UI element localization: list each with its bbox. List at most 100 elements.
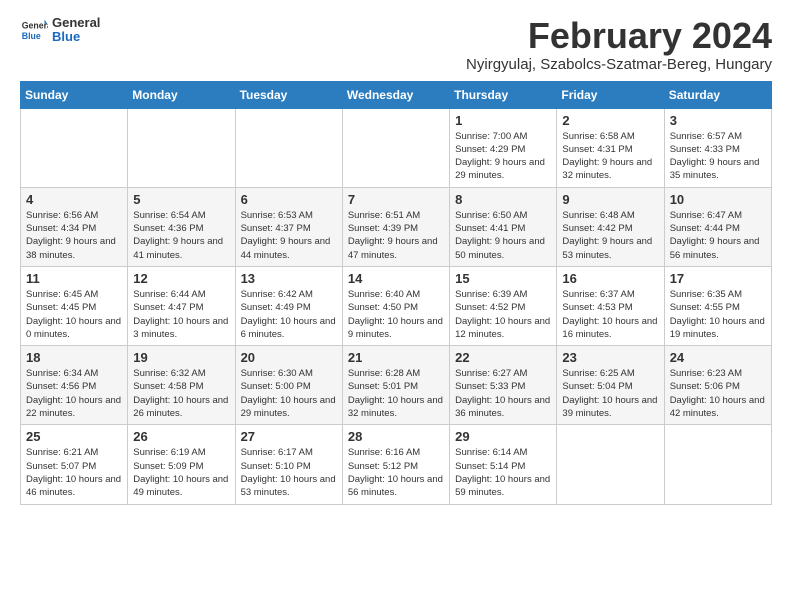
calendar-cell: 15Sunrise: 6:39 AM Sunset: 4:52 PM Dayli… — [450, 266, 557, 345]
col-thursday: Thursday — [450, 81, 557, 108]
day-number: 9 — [562, 192, 658, 207]
logo-blue: Blue — [52, 30, 100, 44]
day-number: 22 — [455, 350, 551, 365]
month-title: February 2024 — [466, 16, 772, 56]
calendar-cell: 10 Sunrise: 6:47 AM Sunset: 4:44 PM Dayli… — [664, 187, 771, 266]
calendar-cell: 23 Sunrise: 6:25 AM Sunset: 5:04 PM Dayli… — [557, 346, 664, 425]
day-info: Sunrise: 6:32 AM Sunset: 4:58 PM Dayligh… — [133, 367, 229, 420]
col-wednesday: Wednesday — [342, 81, 449, 108]
col-sunday: Sunday — [21, 81, 128, 108]
day-number: 27 — [241, 429, 337, 444]
day-number: 16 — [562, 271, 658, 286]
header-row: Sunday Monday Tuesday Wednesday Thursday… — [21, 81, 772, 108]
calendar-week-2: 4Sunrise: 6:56 AM Sunset: 4:34 PM Daylig… — [21, 187, 772, 266]
calendar-cell: 19Sunrise: 6:32 AM Sunset: 4:58 PM Dayli… — [128, 346, 235, 425]
col-friday: Friday — [557, 81, 664, 108]
day-info: Sunrise: 6:34 AM Sunset: 4:56 PM Dayligh… — [26, 367, 122, 420]
day-number: 6 — [241, 192, 337, 207]
calendar-cell: 25 Sunrise: 6:21 AM Sunset: 5:07 PM Dayli… — [21, 425, 128, 504]
day-number: 17 — [670, 271, 766, 286]
day-number: 1 — [455, 113, 551, 128]
day-info: Sunrise: 6:50 AM Sunset: 4:41 PM Dayligh… — [455, 209, 551, 262]
day-number: 18 — [26, 350, 122, 365]
calendar-cell: 20Sunrise: 6:30 AM Sunset: 5:00 PM Dayli… — [235, 346, 342, 425]
calendar-cell: 9 Sunrise: 6:48 AM Sunset: 4:42 PM Daylig… — [557, 187, 664, 266]
day-number: 28 — [348, 429, 444, 444]
day-info: Sunrise: 6:56 AM Sunset: 4:34 PM Dayligh… — [26, 209, 122, 262]
svg-text:General: General — [22, 21, 48, 31]
calendar-cell: 27 Sunrise: 6:17 AM Sunset: 5:10 PM Dayli… — [235, 425, 342, 504]
day-info: Sunrise: 6:21 AM Sunset: 5:07 PM Dayligh… — [26, 446, 122, 499]
day-info: Sunrise: 6:19 AM Sunset: 5:09 PM Dayligh… — [133, 446, 229, 499]
day-number: 5 — [133, 192, 229, 207]
day-info: Sunrise: 6:16 AM Sunset: 5:12 PM Dayligh… — [348, 446, 444, 499]
calendar-table: Sunday Monday Tuesday Wednesday Thursday… — [20, 81, 772, 505]
logo-general: General — [52, 16, 100, 30]
day-number: 10 — [670, 192, 766, 207]
day-number: 26 — [133, 429, 229, 444]
calendar-cell: 3 Sunrise: 6:57 AM Sunset: 4:33 PM Daylig… — [664, 108, 771, 187]
day-number: 29 — [455, 429, 551, 444]
day-info: Sunrise: 6:42 AM Sunset: 4:49 PM Dayligh… — [241, 288, 337, 341]
day-number: 2 — [562, 113, 658, 128]
calendar-body: 1Sunrise: 7:00 AM Sunset: 4:29 PM Daylig… — [21, 108, 772, 504]
calendar-cell: 14Sunrise: 6:40 AM Sunset: 4:50 PM Dayli… — [342, 266, 449, 345]
calendar-cell: 16Sunrise: 6:37 AM Sunset: 4:53 PM Dayli… — [557, 266, 664, 345]
calendar-cell: 13Sunrise: 6:42 AM Sunset: 4:49 PM Dayli… — [235, 266, 342, 345]
calendar-cell — [664, 425, 771, 504]
calendar-cell: 26 Sunrise: 6:19 AM Sunset: 5:09 PM Dayli… — [128, 425, 235, 504]
day-number: 12 — [133, 271, 229, 286]
day-number: 25 — [26, 429, 122, 444]
calendar-week-4: 18 Sunrise: 6:34 AM Sunset: 4:56 PM Dayli… — [21, 346, 772, 425]
day-number: 3 — [670, 113, 766, 128]
logo-icon: General Blue — [20, 16, 48, 44]
col-tuesday: Tuesday — [235, 81, 342, 108]
calendar-cell: 21Sunrise: 6:28 AM Sunset: 5:01 PM Dayli… — [342, 346, 449, 425]
day-info: Sunrise: 6:27 AM Sunset: 5:33 PM Dayligh… — [455, 367, 551, 420]
day-info: Sunrise: 6:48 AM Sunset: 4:42 PM Dayligh… — [562, 209, 658, 262]
day-info: Sunrise: 6:53 AM Sunset: 4:37 PM Dayligh… — [241, 209, 337, 262]
calendar-cell: 12 Sunrise: 6:44 AM Sunset: 4:47 PM Dayli… — [128, 266, 235, 345]
day-number: 24 — [670, 350, 766, 365]
day-number: 23 — [562, 350, 658, 365]
day-info: Sunrise: 6:58 AM Sunset: 4:31 PM Dayligh… — [562, 130, 658, 183]
day-info: Sunrise: 6:47 AM Sunset: 4:44 PM Dayligh… — [670, 209, 766, 262]
calendar-cell — [128, 108, 235, 187]
calendar-cell: 17Sunrise: 6:35 AM Sunset: 4:55 PM Dayli… — [664, 266, 771, 345]
calendar-cell — [342, 108, 449, 187]
day-info: Sunrise: 6:30 AM Sunset: 5:00 PM Dayligh… — [241, 367, 337, 420]
calendar-cell: 22 Sunrise: 6:27 AM Sunset: 5:33 PM Dayli… — [450, 346, 557, 425]
day-number: 8 — [455, 192, 551, 207]
day-number: 11 — [26, 271, 122, 286]
day-info: Sunrise: 6:23 AM Sunset: 5:06 PM Dayligh… — [670, 367, 766, 420]
calendar-cell: 6 Sunrise: 6:53 AM Sunset: 4:37 PM Daylig… — [235, 187, 342, 266]
calendar-cell: 4Sunrise: 6:56 AM Sunset: 4:34 PM Daylig… — [21, 187, 128, 266]
day-info: Sunrise: 6:14 AM Sunset: 5:14 PM Dayligh… — [455, 446, 551, 499]
col-monday: Monday — [128, 81, 235, 108]
calendar-week-5: 25 Sunrise: 6:21 AM Sunset: 5:07 PM Dayli… — [21, 425, 772, 504]
calendar-cell: 1Sunrise: 7:00 AM Sunset: 4:29 PM Daylig… — [450, 108, 557, 187]
calendar-cell: 8 Sunrise: 6:50 AM Sunset: 4:41 PM Daylig… — [450, 187, 557, 266]
day-info: Sunrise: 6:39 AM Sunset: 4:52 PM Dayligh… — [455, 288, 551, 341]
calendar-cell: 24 Sunrise: 6:23 AM Sunset: 5:06 PM Dayli… — [664, 346, 771, 425]
svg-text:Blue: Blue — [22, 31, 41, 41]
location-subtitle: Nyirgyulaj, Szabolcs-Szatmar-Bereg, Hung… — [466, 56, 772, 73]
day-info: Sunrise: 6:54 AM Sunset: 4:36 PM Dayligh… — [133, 209, 229, 262]
calendar-header: Sunday Monday Tuesday Wednesday Thursday… — [21, 81, 772, 108]
calendar-cell: 2 Sunrise: 6:58 AM Sunset: 4:31 PM Daylig… — [557, 108, 664, 187]
calendar-week-1: 1Sunrise: 7:00 AM Sunset: 4:29 PM Daylig… — [21, 108, 772, 187]
day-number: 21 — [348, 350, 444, 365]
calendar-cell: 7 Sunrise: 6:51 AM Sunset: 4:39 PM Daylig… — [342, 187, 449, 266]
logo: General Blue General Blue — [20, 16, 100, 45]
day-info: Sunrise: 6:17 AM Sunset: 5:10 PM Dayligh… — [241, 446, 337, 499]
day-info: Sunrise: 6:51 AM Sunset: 4:39 PM Dayligh… — [348, 209, 444, 262]
day-info: Sunrise: 6:40 AM Sunset: 4:50 PM Dayligh… — [348, 288, 444, 341]
day-info: Sunrise: 6:25 AM Sunset: 5:04 PM Dayligh… — [562, 367, 658, 420]
calendar-cell: 18 Sunrise: 6:34 AM Sunset: 4:56 PM Dayli… — [21, 346, 128, 425]
day-info: Sunrise: 6:57 AM Sunset: 4:33 PM Dayligh… — [670, 130, 766, 183]
day-info: Sunrise: 6:44 AM Sunset: 4:47 PM Dayligh… — [133, 288, 229, 341]
calendar-cell: 29 Sunrise: 6:14 AM Sunset: 5:14 PM Dayli… — [450, 425, 557, 504]
day-number: 7 — [348, 192, 444, 207]
calendar-cell: 5 Sunrise: 6:54 AM Sunset: 4:36 PM Daylig… — [128, 187, 235, 266]
calendar-cell — [557, 425, 664, 504]
